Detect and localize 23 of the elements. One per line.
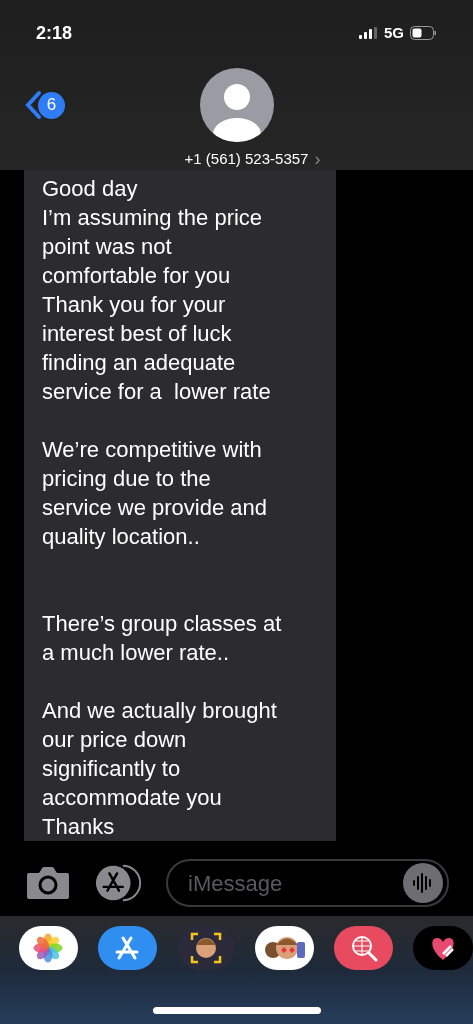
chevron-left-icon	[24, 90, 42, 120]
back-button[interactable]: 6	[24, 90, 65, 120]
voice-icon	[403, 863, 443, 903]
network-label: 5G	[384, 22, 404, 43]
flower-icon	[33, 933, 64, 963]
apps-button[interactable]	[94, 863, 144, 903]
store-icon	[94, 863, 144, 903]
signal-icon	[359, 27, 378, 39]
stickers-app-button[interactable]	[255, 926, 315, 970]
message-field-box[interactable]: iMessage	[166, 859, 449, 907]
battery-icon	[410, 26, 437, 40]
message-field[interactable]: iMessage	[188, 866, 403, 900]
status-time: 2:18	[36, 21, 73, 45]
message-text: Good day I’m assuming the price point was not comfortable for you Thank you for your interest best of luck finding an adequate service for a lower rate We’re competitive with pricing due to the service we provide and quality location.. There’s group classes at a much lower rate.. And we actually brought our price down significantly to accommodate you Thanks	[42, 176, 282, 839]
contact-button[interactable]: +1 (561) 523-5357 ›	[184, 146, 321, 173]
unread-badge: 6	[38, 91, 65, 119]
image-search-app-button[interactable]	[334, 926, 393, 970]
photos-app-button[interactable]	[19, 926, 78, 970]
camera-icon	[25, 865, 71, 901]
camera-button[interactable]	[24, 864, 72, 902]
store-app-button[interactable]	[97, 926, 157, 970]
heart-app-button[interactable]	[413, 926, 473, 970]
avatar-icon	[199, 68, 274, 142]
